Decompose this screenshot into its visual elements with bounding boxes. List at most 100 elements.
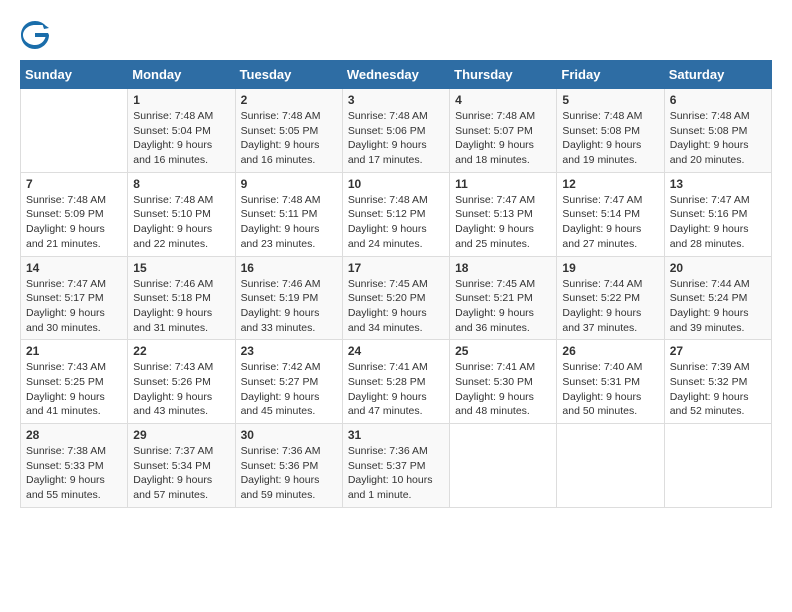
week-row-3: 14 Sunrise: 7:47 AMSunset: 5:17 PMDayligh…	[21, 256, 772, 340]
day-number: 24	[348, 344, 444, 358]
day-cell: 5 Sunrise: 7:48 AMSunset: 5:08 PMDaylight…	[557, 89, 664, 173]
day-cell	[450, 424, 557, 508]
day-number: 6	[670, 93, 766, 107]
week-row-2: 7Sunrise: 7:48 AMSunset: 5:09 PMDaylight…	[21, 172, 772, 256]
day-number: 2	[241, 93, 337, 107]
cell-content: Sunrise: 7:48 AMSunset: 5:07 PMDaylight:…	[455, 109, 551, 168]
day-cell: 6 Sunrise: 7:48 AMSunset: 5:08 PMDaylight…	[664, 89, 771, 173]
col-wednesday: Wednesday	[342, 61, 449, 89]
day-cell: 9 Sunrise: 7:48 AMSunset: 5:11 PMDaylight…	[235, 172, 342, 256]
day-cell: 19 Sunrise: 7:44 AMSunset: 5:22 PMDayligh…	[557, 256, 664, 340]
col-tuesday: Tuesday	[235, 61, 342, 89]
day-number: 22	[133, 344, 229, 358]
cell-content: Sunrise: 7:36 AMSunset: 5:36 PMDaylight:…	[241, 444, 337, 503]
day-number: 13	[670, 177, 766, 191]
logo	[20, 20, 52, 50]
cell-content: Sunrise: 7:48 AMSunset: 5:08 PMDaylight:…	[670, 109, 766, 168]
day-number: 27	[670, 344, 766, 358]
day-number: 29	[133, 428, 229, 442]
cell-content: Sunrise: 7:38 AMSunset: 5:33 PMDaylight:…	[26, 444, 122, 503]
header-row: Sunday Monday Tuesday Wednesday Thursday…	[21, 61, 772, 89]
day-cell	[664, 424, 771, 508]
calendar-table: Sunday Monday Tuesday Wednesday Thursday…	[20, 60, 772, 508]
day-number: 19	[562, 261, 658, 275]
day-cell: 18 Sunrise: 7:45 AMSunset: 5:21 PMDayligh…	[450, 256, 557, 340]
day-cell: 14 Sunrise: 7:47 AMSunset: 5:17 PMDayligh…	[21, 256, 128, 340]
day-number: 3	[348, 93, 444, 107]
cell-content: Sunrise: 7:42 AMSunset: 5:27 PMDaylight:…	[241, 360, 337, 419]
col-saturday: Saturday	[664, 61, 771, 89]
day-cell: 10 Sunrise: 7:48 AMSunset: 5:12 PMDayligh…	[342, 172, 449, 256]
cell-content: Sunrise: 7:40 AMSunset: 5:31 PMDaylight:…	[562, 360, 658, 419]
day-number: 18	[455, 261, 551, 275]
cell-content: Sunrise: 7:47 AMSunset: 5:17 PMDaylight:…	[26, 277, 122, 336]
day-cell: 29Sunrise: 7:37 AMSunset: 5:34 PMDayligh…	[128, 424, 235, 508]
day-number: 7	[26, 177, 122, 191]
day-cell: 17 Sunrise: 7:45 AMSunset: 5:20 PMDayligh…	[342, 256, 449, 340]
day-number: 4	[455, 93, 551, 107]
cell-content: Sunrise: 7:45 AMSunset: 5:21 PMDaylight:…	[455, 277, 551, 336]
day-cell: 28 Sunrise: 7:38 AMSunset: 5:33 PMDayligh…	[21, 424, 128, 508]
cell-content: Sunrise: 7:43 AMSunset: 5:25 PMDaylight:…	[26, 360, 122, 419]
day-cell: 1 Sunrise: 7:48 AMSunset: 5:04 PMDaylight…	[128, 89, 235, 173]
cell-content: Sunrise: 7:48 AMSunset: 5:08 PMDaylight:…	[562, 109, 658, 168]
cell-content: Sunrise: 7:48 AMSunset: 5:12 PMDaylight:…	[348, 193, 444, 252]
day-cell: 12Sunrise: 7:47 AMSunset: 5:14 PMDayligh…	[557, 172, 664, 256]
col-sunday: Sunday	[21, 61, 128, 89]
cell-content: Sunrise: 7:48 AMSunset: 5:05 PMDaylight:…	[241, 109, 337, 168]
day-cell: 26Sunrise: 7:40 AMSunset: 5:31 PMDayligh…	[557, 340, 664, 424]
col-friday: Friday	[557, 61, 664, 89]
day-number: 15	[133, 261, 229, 275]
cell-content: Sunrise: 7:44 AMSunset: 5:22 PMDaylight:…	[562, 277, 658, 336]
day-cell: 31 Sunrise: 7:36 AMSunset: 5:37 PMDayligh…	[342, 424, 449, 508]
day-cell: 25 Sunrise: 7:41 AMSunset: 5:30 PMDayligh…	[450, 340, 557, 424]
day-cell: 22 Sunrise: 7:43 AMSunset: 5:26 PMDayligh…	[128, 340, 235, 424]
day-cell: 15 Sunrise: 7:46 AMSunset: 5:18 PMDayligh…	[128, 256, 235, 340]
day-number: 17	[348, 261, 444, 275]
day-number: 8	[133, 177, 229, 191]
day-number: 30	[241, 428, 337, 442]
day-number: 1	[133, 93, 229, 107]
day-number: 25	[455, 344, 551, 358]
day-number: 5	[562, 93, 658, 107]
cell-content: Sunrise: 7:43 AMSunset: 5:26 PMDaylight:…	[133, 360, 229, 419]
day-number: 21	[26, 344, 122, 358]
cell-content: Sunrise: 7:46 AMSunset: 5:19 PMDaylight:…	[241, 277, 337, 336]
day-cell: 30 Sunrise: 7:36 AMSunset: 5:36 PMDayligh…	[235, 424, 342, 508]
day-number: 20	[670, 261, 766, 275]
day-number: 14	[26, 261, 122, 275]
cell-content: Sunrise: 7:48 AMSunset: 5:04 PMDaylight:…	[133, 109, 229, 168]
col-thursday: Thursday	[450, 61, 557, 89]
cell-content: Sunrise: 7:48 AMSunset: 5:06 PMDaylight:…	[348, 109, 444, 168]
cell-content: Sunrise: 7:47 AMSunset: 5:13 PMDaylight:…	[455, 193, 551, 252]
cell-content: Sunrise: 7:45 AMSunset: 5:20 PMDaylight:…	[348, 277, 444, 336]
day-cell: 27 Sunrise: 7:39 AMSunset: 5:32 PMDayligh…	[664, 340, 771, 424]
day-cell: 24 Sunrise: 7:41 AMSunset: 5:28 PMDayligh…	[342, 340, 449, 424]
cell-content: Sunrise: 7:44 AMSunset: 5:24 PMDaylight:…	[670, 277, 766, 336]
cell-content: Sunrise: 7:47 AMSunset: 5:14 PMDaylight:…	[562, 193, 658, 252]
cell-content: Sunrise: 7:48 AMSunset: 5:11 PMDaylight:…	[241, 193, 337, 252]
day-number: 28	[26, 428, 122, 442]
day-cell: 8Sunrise: 7:48 AMSunset: 5:10 PMDaylight…	[128, 172, 235, 256]
day-cell: 2 Sunrise: 7:48 AMSunset: 5:05 PMDaylight…	[235, 89, 342, 173]
cell-content: Sunrise: 7:41 AMSunset: 5:30 PMDaylight:…	[455, 360, 551, 419]
day-cell: 21 Sunrise: 7:43 AMSunset: 5:25 PMDayligh…	[21, 340, 128, 424]
day-number: 31	[348, 428, 444, 442]
cell-content: Sunrise: 7:46 AMSunset: 5:18 PMDaylight:…	[133, 277, 229, 336]
day-number: 9	[241, 177, 337, 191]
day-cell: 23 Sunrise: 7:42 AMSunset: 5:27 PMDayligh…	[235, 340, 342, 424]
page-header	[20, 20, 772, 50]
day-number: 23	[241, 344, 337, 358]
day-cell: 7Sunrise: 7:48 AMSunset: 5:09 PMDaylight…	[21, 172, 128, 256]
day-cell: 13Sunrise: 7:47 AMSunset: 5:16 PMDayligh…	[664, 172, 771, 256]
day-number: 16	[241, 261, 337, 275]
cell-content: Sunrise: 7:41 AMSunset: 5:28 PMDaylight:…	[348, 360, 444, 419]
cell-content: Sunrise: 7:36 AMSunset: 5:37 PMDaylight:…	[348, 444, 444, 503]
day-cell: 3 Sunrise: 7:48 AMSunset: 5:06 PMDaylight…	[342, 89, 449, 173]
week-row-1: 1 Sunrise: 7:48 AMSunset: 5:04 PMDaylight…	[21, 89, 772, 173]
week-row-5: 28 Sunrise: 7:38 AMSunset: 5:33 PMDayligh…	[21, 424, 772, 508]
logo-icon	[20, 20, 50, 50]
cell-content: Sunrise: 7:39 AMSunset: 5:32 PMDaylight:…	[670, 360, 766, 419]
day-number: 10	[348, 177, 444, 191]
day-cell	[21, 89, 128, 173]
